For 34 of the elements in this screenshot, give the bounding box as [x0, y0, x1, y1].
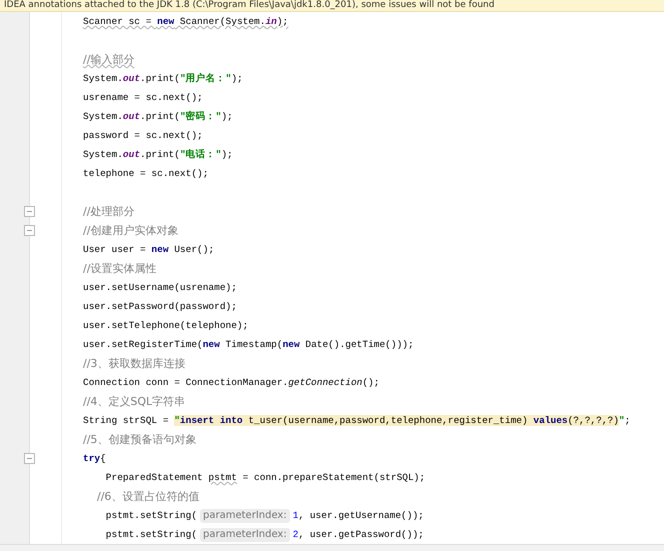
code-text: pstmt.setString(	[104, 510, 198, 521]
parameter-hint: parameterIndex:	[200, 528, 290, 542]
code-text: String strSQL = "insert into t_user(username,password,telephone,register_time) values(?,?,?,?)";	[83, 415, 630, 426]
fold-marker-icon[interactable]	[24, 206, 35, 217]
code-text: Connection conn = ConnectionManager.getConnection();	[83, 377, 380, 388]
code-comment: //处理部分	[83, 207, 134, 218]
fold-marker-icon[interactable]	[24, 453, 35, 464]
code-text: pstmt.setString(	[104, 529, 198, 540]
code-comment: //5、创建预备语句对象	[83, 435, 196, 446]
code-comment: //创建用户实体对象	[83, 226, 178, 237]
code-text: 1, user.getUsername());	[292, 510, 424, 521]
code-comment: //3、获取数据库连接	[83, 359, 186, 370]
code-text: Scanner sc = new Scanner(System.in);	[83, 16, 288, 27]
parameter-hint: parameterIndex:	[200, 509, 290, 523]
code-text: User user = new User();	[83, 244, 214, 255]
code-text: System.out.print("密码：");	[83, 111, 233, 122]
code-text: usrename = sc.next();	[83, 92, 203, 103]
code-text: user.setTelephone(telephone);	[83, 320, 248, 331]
code-text: PreparedStatement pstmt = conn.prepareStatement(strSQL);	[104, 472, 426, 483]
warning-banner: IDEA annotations attached to the JDK 1.8 (C:\Program Files\Java\jdk1.8.0_201), some issues will not be found	[0, 0, 664, 12]
code-text: try{	[83, 453, 106, 464]
code-comment: //4、定义SQL字符串	[83, 397, 186, 408]
code-text: user.setPassword(password);	[83, 301, 237, 312]
code-text: 2, user.getPassword());	[292, 529, 424, 540]
code-text: user.setUsername(usrename);	[83, 282, 237, 293]
code-text: password = sc.next();	[83, 130, 203, 141]
code-comment: //输入部分	[83, 55, 134, 66]
code-text: System.out.print("电话：");	[83, 149, 233, 160]
code-text: telephone = sc.next();	[83, 168, 208, 179]
code-comment: //设置实体属性	[83, 264, 156, 275]
code-text: user.setRegisterTime(new Timestamp(new Date().getTime()));	[83, 339, 414, 350]
fold-marker-icon[interactable]	[24, 225, 35, 236]
code-comment: //6、设置占位符的值	[96, 492, 200, 503]
code-text: System.out.print("用户名：");	[83, 73, 243, 84]
